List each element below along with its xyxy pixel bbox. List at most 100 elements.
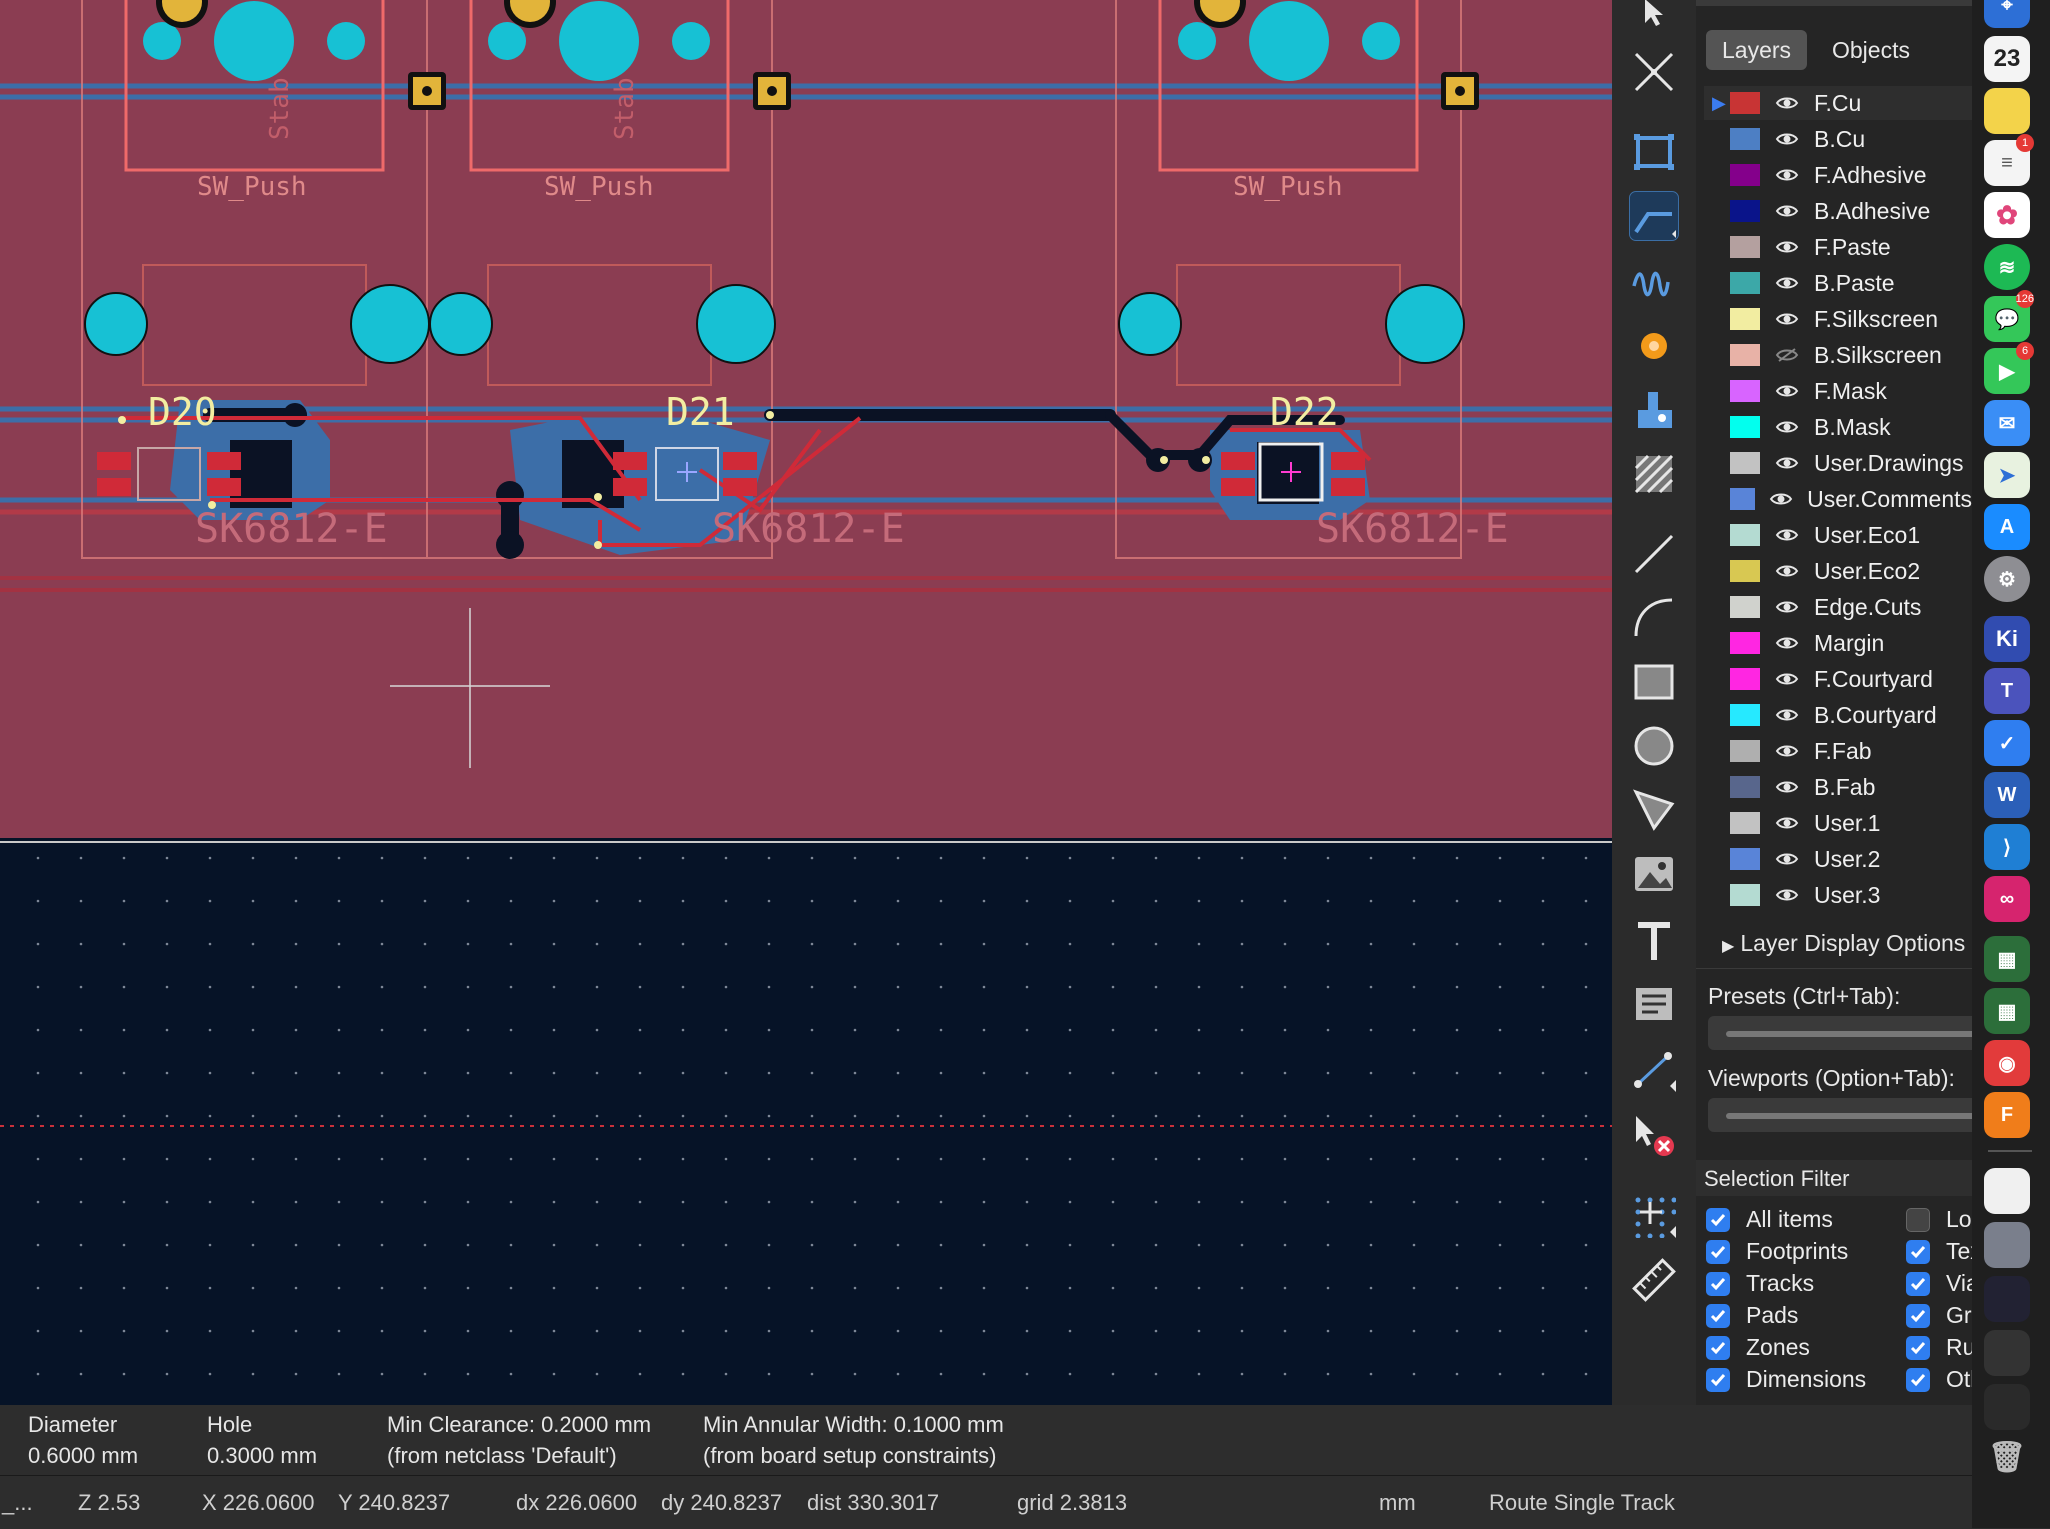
- unchecked-box-icon[interactable]: [1906, 1207, 1930, 1232]
- layer-color-swatch[interactable]: [1730, 812, 1760, 834]
- layer-color-swatch[interactable]: [1730, 668, 1760, 690]
- messages-icon[interactable]: 💬 126: [1984, 290, 2034, 342]
- eye-hidden-icon[interactable]: [1774, 347, 1800, 363]
- filter-checkbox[interactable]: Footprints: [1706, 1238, 1848, 1265]
- layer-color-swatch[interactable]: [1730, 416, 1760, 438]
- layer-color-swatch[interactable]: [1730, 200, 1760, 222]
- eye-icon[interactable]: [1774, 563, 1800, 579]
- filter-checkbox[interactable]: Locked items: [1906, 1206, 1972, 1233]
- eye-icon[interactable]: [1774, 95, 1800, 111]
- layer-color-swatch[interactable]: [1730, 344, 1760, 366]
- checkmark-icon[interactable]: [1706, 1207, 1730, 1232]
- filter-checkbox[interactable]: Other items: [1906, 1366, 1972, 1393]
- eye-icon[interactable]: [1774, 419, 1800, 435]
- layer-row[interactable]: F.Mask: [1704, 374, 1972, 408]
- add-zone-icon[interactable]: [1630, 386, 1678, 434]
- layer-color-swatch[interactable]: [1730, 272, 1760, 294]
- layer-color-swatch[interactable]: [1730, 524, 1760, 546]
- checkmark-icon[interactable]: [1906, 1239, 1930, 1264]
- eye-icon[interactable]: [1774, 599, 1800, 615]
- eye-icon[interactable]: [1774, 131, 1800, 147]
- layer-row[interactable]: F.Adhesive: [1704, 158, 1972, 192]
- vscode-icon[interactable]: ⟩: [1984, 824, 2030, 870]
- filter-checkbox[interactable]: Text: [1906, 1238, 1972, 1265]
- eye-icon[interactable]: [1774, 275, 1800, 291]
- checkmark-icon[interactable]: [1706, 1303, 1730, 1328]
- trash-icon[interactable]: 🗑: [1984, 1434, 2030, 1480]
- layer-row[interactable]: B.Cu: [1704, 122, 1972, 156]
- add-keepout-icon[interactable]: [1630, 450, 1678, 498]
- notes-icon[interactable]: [1984, 88, 2030, 134]
- layer-row[interactable]: B.Silkscreen: [1704, 338, 1972, 372]
- window-thumbnail-1-icon[interactable]: [1984, 1276, 2030, 1322]
- eye-icon[interactable]: [1774, 455, 1800, 471]
- filter-checkbox[interactable]: Graphics: [1906, 1302, 1972, 1329]
- layer-color-swatch[interactable]: [1730, 488, 1756, 510]
- layer-row[interactable]: B.Mask: [1704, 410, 1972, 444]
- fusion-icon[interactable]: F: [1984, 1092, 2030, 1138]
- layer-row[interactable]: B.Adhesive: [1704, 194, 1972, 228]
- grid-origin-icon[interactable]: [1630, 1192, 1678, 1240]
- eye-icon[interactable]: [1774, 527, 1800, 543]
- layer-color-swatch[interactable]: [1730, 740, 1760, 762]
- filter-checkbox[interactable]: All items: [1706, 1206, 1833, 1233]
- eye-icon[interactable]: [1774, 167, 1800, 183]
- tab-objects[interactable]: Objects: [1816, 30, 1926, 70]
- eye-icon[interactable]: [1774, 239, 1800, 255]
- maps-icon[interactable]: ➤: [1984, 452, 2030, 498]
- layer-color-swatch[interactable]: [1730, 848, 1760, 870]
- checkmark-icon[interactable]: [1906, 1271, 1930, 1296]
- layer-color-swatch[interactable]: [1730, 596, 1760, 618]
- add-footprint-icon[interactable]: [1630, 128, 1678, 176]
- select-tool-icon[interactable]: [1630, 0, 1678, 36]
- layer-row[interactable]: User.Eco2: [1704, 554, 1972, 588]
- layer-color-swatch[interactable]: [1730, 380, 1760, 402]
- eye-icon[interactable]: [1774, 671, 1800, 687]
- layer-row[interactable]: F.Silkscreen: [1704, 302, 1972, 336]
- presets-select[interactable]: [1708, 1016, 1972, 1050]
- tune-length-icon[interactable]: [1630, 258, 1678, 306]
- spotify-icon[interactable]: ≋: [1984, 244, 2030, 290]
- filter-checkbox[interactable]: Dimensions: [1706, 1366, 1866, 1393]
- add-textbox-icon[interactable]: [1630, 980, 1678, 1028]
- filter-checkbox[interactable]: Rule Areas: [1906, 1334, 1972, 1361]
- mail-icon[interactable]: ✉: [1984, 400, 2030, 446]
- draw-arc-icon[interactable]: [1630, 594, 1678, 642]
- layer-color-swatch[interactable]: [1730, 704, 1760, 726]
- pcb-canvas[interactable]: SW_Push SW_Push SW_Push D20 D21 D22 SK68…: [0, 0, 1612, 1405]
- layer-row[interactable]: User.3: [1704, 878, 1972, 912]
- local-ratsnest-icon[interactable]: [1630, 48, 1678, 96]
- eye-icon[interactable]: [1774, 743, 1800, 759]
- kicad-icon[interactable]: Ki: [1984, 616, 2030, 662]
- filter-checkbox[interactable]: Tracks: [1706, 1270, 1814, 1297]
- checkmark-icon[interactable]: [1706, 1271, 1730, 1296]
- layer-color-swatch[interactable]: [1730, 884, 1760, 906]
- draw-polygon-icon[interactable]: [1630, 786, 1678, 834]
- add-via-icon[interactable]: [1630, 322, 1678, 370]
- layer-row[interactable]: B.Courtyard: [1704, 698, 1972, 732]
- eye-icon[interactable]: [1774, 887, 1800, 903]
- layer-color-swatch[interactable]: [1730, 164, 1760, 186]
- draw-rectangle-icon[interactable]: [1630, 658, 1678, 706]
- layer-color-swatch[interactable]: [1730, 128, 1760, 150]
- pcb-editor-2-icon[interactable]: ▦: [1984, 988, 2030, 1034]
- gitkraken-icon[interactable]: ◉: [1984, 1040, 2030, 1086]
- pcb-editor-icon[interactable]: ▦: [1984, 936, 2030, 982]
- eye-icon[interactable]: [1774, 707, 1800, 723]
- layer-row[interactable]: B.Fab: [1704, 770, 1972, 804]
- eye-icon[interactable]: [1774, 203, 1800, 219]
- delete-tool-icon[interactable]: [1630, 1112, 1678, 1160]
- folder-icon[interactable]: [1984, 1222, 2030, 1268]
- facetime-icon[interactable]: ▶ 6: [1984, 342, 2034, 394]
- eye-icon[interactable]: [1774, 815, 1800, 831]
- viewports-select[interactable]: [1708, 1098, 1972, 1132]
- add-text-icon[interactable]: [1630, 916, 1678, 964]
- window-thumbnail-3-icon[interactable]: [1984, 1384, 2030, 1430]
- filter-checkbox[interactable]: Zones: [1706, 1334, 1810, 1361]
- word-icon[interactable]: W: [1984, 772, 2030, 818]
- eye-icon[interactable]: [1769, 491, 1793, 507]
- layer-color-swatch[interactable]: [1730, 92, 1760, 114]
- eye-icon[interactable]: [1774, 383, 1800, 399]
- eye-icon[interactable]: [1774, 635, 1800, 651]
- checkmark-icon[interactable]: [1906, 1335, 1930, 1360]
